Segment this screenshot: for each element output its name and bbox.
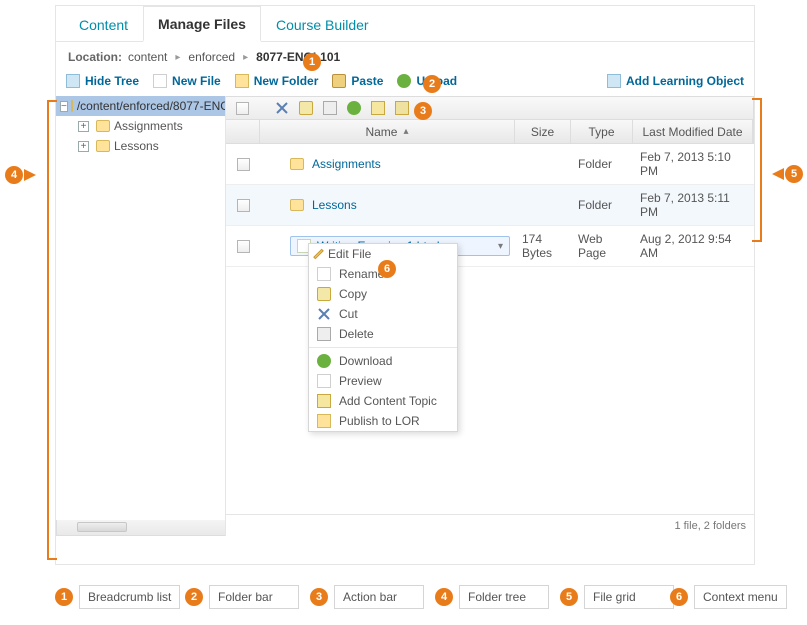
copy-icon[interactable] bbox=[299, 101, 313, 115]
new-file-button[interactable]: New File bbox=[153, 74, 221, 88]
tree-scrollbar[interactable] bbox=[56, 520, 226, 536]
row-name[interactable]: Lessons bbox=[312, 198, 357, 212]
ctx-add-content-topic[interactable]: Add Content Topic bbox=[309, 391, 457, 411]
tree-node-assignments[interactable]: + Assignments bbox=[56, 116, 225, 136]
chevron-right-icon: ▸ bbox=[243, 52, 248, 63]
bracket-right bbox=[752, 98, 762, 242]
legend-6: 6Context menu bbox=[670, 585, 787, 609]
callout-2: 2 bbox=[423, 75, 441, 93]
tree-root-label: /content/enforced/8077-ENGL101 bbox=[77, 99, 225, 113]
select-all-checkbox[interactable] bbox=[236, 102, 249, 115]
grid-header: Name ▴ Size Type Last Modified Date bbox=[226, 120, 754, 144]
tree-node-lessons[interactable]: + Lessons bbox=[56, 136, 225, 156]
tab-course-builder[interactable]: Course Builder bbox=[261, 7, 384, 41]
trash-icon bbox=[317, 327, 331, 341]
row-checkbox[interactable] bbox=[237, 158, 250, 171]
copy-icon bbox=[317, 287, 331, 301]
breadcrumb: Location: content ▸ enforced ▸ 8077-ENGL… bbox=[56, 42, 754, 70]
cut-icon[interactable] bbox=[275, 101, 289, 115]
col-size[interactable]: Size bbox=[515, 120, 571, 143]
download-icon[interactable] bbox=[347, 101, 361, 115]
tab-strip: Content Manage Files Course Builder bbox=[56, 6, 754, 42]
collapse-icon[interactable]: − bbox=[60, 101, 68, 112]
bracket-left bbox=[47, 100, 57, 560]
tree-icon bbox=[66, 74, 80, 88]
legend-1: 1Breadcrumb list bbox=[55, 585, 180, 609]
ctx-preview[interactable]: Preview bbox=[309, 371, 457, 391]
sort-asc-icon: ▴ bbox=[403, 126, 408, 137]
location-label: Location: bbox=[68, 50, 122, 64]
unzip-icon[interactable] bbox=[395, 101, 409, 115]
ctx-download[interactable]: Download bbox=[309, 351, 457, 371]
ctx-copy[interactable]: Copy bbox=[309, 284, 457, 304]
new-folder-button[interactable]: New Folder bbox=[235, 74, 319, 88]
tab-content[interactable]: Content bbox=[64, 7, 143, 41]
ctx-publish-lor[interactable]: Publish to LOR bbox=[309, 411, 457, 431]
folder-icon bbox=[290, 199, 304, 211]
folder-icon bbox=[235, 74, 249, 88]
folder-bar: Hide Tree New File New Folder Paste Uplo… bbox=[56, 70, 754, 96]
callout-3: 3 bbox=[414, 102, 432, 120]
chevron-right-icon: ▸ bbox=[175, 52, 180, 63]
hide-tree-button[interactable]: Hide Tree bbox=[66, 74, 139, 88]
add-learning-object-button[interactable]: Add Learning Object bbox=[607, 74, 744, 88]
col-date[interactable]: Last Modified Date bbox=[633, 120, 753, 143]
paste-icon bbox=[332, 74, 346, 88]
legend-3: 3Action bar bbox=[310, 585, 424, 609]
arrow-left-icon bbox=[772, 168, 784, 180]
folder-tree: − /content/enforced/8077-ENGL101 + Assig… bbox=[56, 96, 226, 536]
legend-2: 2Folder bar bbox=[185, 585, 299, 609]
table-row[interactable]: Lessons Folder Feb 7, 2013 5:11 PM bbox=[226, 185, 754, 226]
row-name[interactable]: Assignments bbox=[312, 157, 381, 171]
ctx-delete[interactable]: Delete bbox=[309, 324, 457, 344]
callout-6: 6 bbox=[378, 260, 396, 278]
pencil-icon bbox=[313, 249, 324, 260]
cut-icon bbox=[317, 307, 331, 321]
action-bar bbox=[226, 96, 754, 120]
row-menu-button[interactable]: ▾ bbox=[498, 241, 503, 252]
preview-icon bbox=[317, 374, 331, 388]
folder-icon bbox=[71, 100, 73, 112]
col-name[interactable]: Name ▴ bbox=[260, 120, 515, 143]
publish-icon bbox=[317, 414, 331, 428]
crumb-enforced[interactable]: enforced bbox=[188, 50, 235, 64]
tree-root[interactable]: − /content/enforced/8077-ENGL101 bbox=[56, 96, 225, 116]
tree-node-label: Assignments bbox=[114, 119, 183, 133]
delete-icon[interactable] bbox=[323, 101, 337, 115]
learning-object-icon bbox=[607, 74, 621, 88]
folder-icon bbox=[96, 120, 110, 132]
crumb-content[interactable]: content bbox=[128, 50, 167, 64]
rename-icon bbox=[317, 267, 331, 281]
tab-manage-files[interactable]: Manage Files bbox=[143, 6, 261, 42]
folder-icon bbox=[96, 140, 110, 152]
download-icon bbox=[317, 354, 331, 368]
callout-5: 5 bbox=[785, 165, 803, 183]
table-row[interactable]: Writing Exercise 1.html ⚭ ▾ 174 Bytes We… bbox=[226, 226, 754, 267]
paste-button[interactable]: Paste bbox=[332, 74, 383, 88]
col-type[interactable]: Type bbox=[571, 120, 633, 143]
callout-1: 1 bbox=[303, 53, 321, 71]
zip-icon[interactable] bbox=[371, 101, 385, 115]
legend-5: 5File grid bbox=[560, 585, 674, 609]
file-icon bbox=[153, 74, 167, 88]
row-checkbox[interactable] bbox=[237, 199, 250, 212]
tree-node-label: Lessons bbox=[114, 139, 159, 153]
legend-4: 4Folder tree bbox=[435, 585, 549, 609]
expand-icon[interactable]: + bbox=[78, 141, 89, 152]
callout-4: 4 bbox=[5, 166, 23, 184]
expand-icon[interactable]: + bbox=[78, 121, 89, 132]
table-row[interactable]: Assignments Folder Feb 7, 2013 5:10 PM bbox=[226, 144, 754, 185]
crumb-course[interactable]: 8077-ENGL101 bbox=[256, 50, 340, 64]
arrow-right-icon bbox=[24, 169, 36, 181]
folder-icon bbox=[290, 158, 304, 170]
status-bar: 1 file, 2 folders bbox=[226, 514, 754, 536]
content-topic-icon bbox=[317, 394, 331, 408]
upload-icon bbox=[397, 74, 411, 88]
row-checkbox[interactable] bbox=[237, 240, 250, 253]
ctx-cut[interactable]: Cut bbox=[309, 304, 457, 324]
